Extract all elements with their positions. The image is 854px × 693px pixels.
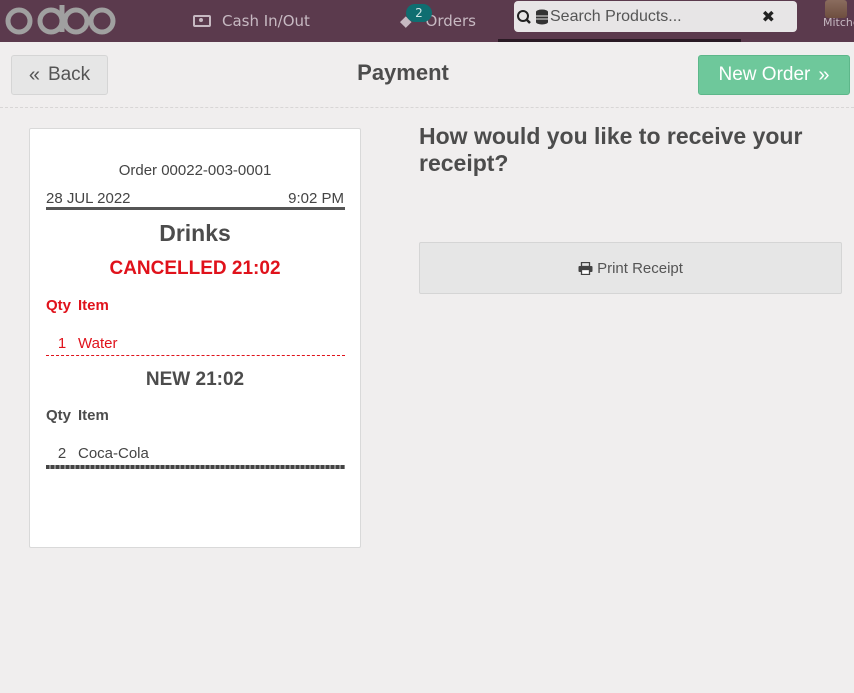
- user-menu[interactable]: Mitchell Admin: [820, 0, 854, 42]
- cancelled-table-header: Qty Item: [46, 297, 109, 314]
- orders-label: Orders: [425, 12, 476, 30]
- item-header: Item: [78, 297, 109, 314]
- printer-icon: [578, 261, 593, 275]
- payment-header: « Back Payment New Order »: [0, 42, 854, 108]
- new-order-label: New Order: [718, 64, 811, 85]
- odoo-logo: [5, 5, 116, 35]
- cash-in-out-button[interactable]: Cash In/Out: [193, 0, 310, 42]
- new-table-header: Qty Item: [46, 407, 109, 424]
- item-qty: 1: [57, 335, 67, 352]
- print-receipt-label: Print Receipt: [597, 259, 683, 277]
- user-name: Mitchell Admin: [823, 16, 854, 29]
- receipt-order-ref: Order 00022-003-0001: [118, 162, 272, 179]
- item-header: Item: [78, 407, 109, 424]
- receipt-date: 28 JUL 2022: [46, 190, 131, 207]
- cash-in-out-label: Cash In/Out: [222, 12, 310, 30]
- search-icon: [514, 1, 550, 32]
- cancelled-section-title: CANCELLED 21:02: [109, 258, 281, 279]
- back-button[interactable]: « Back: [11, 55, 108, 95]
- order-receipt: Order 00022-003-0001 28 JUL 2022 9:02 PM…: [29, 128, 361, 548]
- back-label: Back: [47, 64, 91, 85]
- new-section-title: NEW 21:02: [145, 369, 245, 390]
- divider: [46, 207, 345, 210]
- search-box: ✖: [514, 1, 797, 32]
- qty-header: Qty: [46, 297, 72, 314]
- double-chevron-left-icon: «: [28, 63, 40, 86]
- print-receipt-button[interactable]: Print Receipt: [419, 242, 842, 294]
- receipt-time: 9:02 PM: [288, 190, 344, 207]
- receipt-question: How would you like to receive your recei…: [419, 123, 803, 176]
- divider: [46, 465, 345, 469]
- item-name: Coca-Cola: [78, 445, 149, 462]
- divider: [46, 355, 345, 356]
- orders-count-badge: 2: [406, 4, 432, 22]
- item-qty: 2: [57, 445, 67, 462]
- list-item: 1 Water: [46, 335, 118, 352]
- page-title: Payment: [357, 60, 449, 85]
- list-item: 2 Coca-Cola: [46, 445, 149, 462]
- receipt-printer-name: Drinks: [159, 220, 231, 246]
- top-navbar: Cash In/Out ◆ Orders 2 ✖ Mitchell Admin: [0, 0, 854, 42]
- clear-search-icon[interactable]: ✖: [762, 7, 775, 26]
- item-name: Water: [78, 335, 118, 352]
- new-order-button[interactable]: New Order »: [698, 55, 850, 95]
- qty-header: Qty: [46, 407, 72, 424]
- money-icon: [193, 15, 211, 27]
- search-input[interactable]: [550, 1, 750, 32]
- double-chevron-right-icon: »: [818, 63, 830, 86]
